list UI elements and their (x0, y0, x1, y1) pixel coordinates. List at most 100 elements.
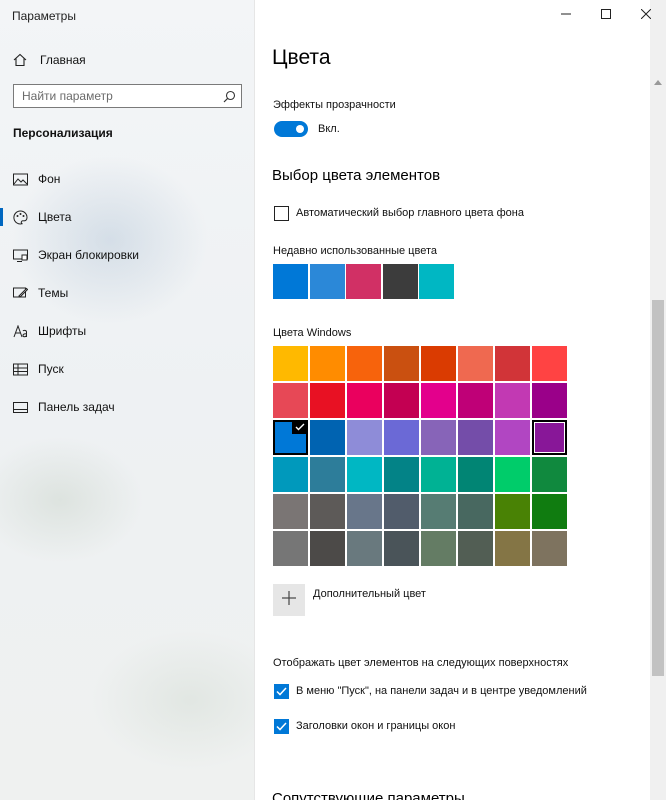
titlebars-checkbox[interactable] (274, 719, 289, 734)
color-swatch[interactable] (495, 420, 530, 455)
color-swatch[interactable] (347, 494, 382, 529)
section-title: Персонализация (13, 126, 113, 140)
themes-icon (12, 285, 28, 301)
windows-colors-grid (273, 346, 567, 566)
color-swatch[interactable] (273, 346, 308, 381)
home-link[interactable]: Главная (12, 50, 86, 70)
minimize-icon (561, 13, 571, 15)
toggle-knob (296, 125, 304, 133)
color-swatch[interactable] (495, 383, 530, 418)
search-input[interactable] (14, 86, 217, 106)
recent-color-swatch[interactable] (419, 264, 455, 299)
recent-color-swatch[interactable] (346, 264, 382, 299)
color-swatch[interactable] (310, 420, 345, 455)
color-swatch[interactable] (384, 383, 419, 418)
recent-color-swatch[interactable] (309, 264, 345, 299)
search-box[interactable] (13, 84, 242, 108)
color-swatch[interactable] (347, 457, 382, 492)
sidebar-item-lock-screen[interactable]: Экран блокировки (0, 236, 255, 274)
page-title: Цвета (272, 46, 331, 69)
maximize-icon (601, 9, 611, 19)
color-swatch[interactable] (347, 346, 382, 381)
sidebar-item-label: Цвета (38, 210, 72, 224)
color-swatch[interactable] (273, 420, 308, 455)
color-swatch[interactable] (273, 494, 308, 529)
content-pane: Цвета Эффекты прозрачности Вкл. Выбор цв… (256, 0, 650, 800)
recent-color-swatch[interactable] (382, 264, 418, 299)
color-swatch[interactable] (384, 457, 419, 492)
color-swatch[interactable] (421, 457, 456, 492)
transparency-label: Эффекты прозрачности (273, 99, 396, 111)
color-swatch[interactable] (310, 457, 345, 492)
auto-accent-checkbox[interactable] (274, 206, 289, 221)
color-swatch[interactable] (347, 420, 382, 455)
scrollbar[interactable] (650, 0, 666, 800)
transparency-toggle[interactable] (274, 121, 308, 137)
color-swatch[interactable] (310, 346, 345, 381)
color-swatch[interactable] (532, 494, 567, 529)
color-swatch[interactable] (347, 383, 382, 418)
sidebar-item-background[interactable]: Фон (0, 160, 255, 198)
color-swatch[interactable] (532, 420, 567, 455)
sidebar-item-fonts[interactable]: Шрифты (0, 312, 255, 350)
sidebar-item-label: Экран блокировки (38, 248, 139, 262)
fonts-icon (12, 323, 28, 339)
maximize-button[interactable] (586, 0, 626, 28)
nav-list: Фон Цвета Экран блокировки Темы Шрифты П… (0, 160, 255, 426)
color-swatch[interactable] (421, 383, 456, 418)
search-icon[interactable] (217, 85, 241, 107)
color-swatch[interactable] (310, 383, 345, 418)
color-swatch[interactable] (384, 420, 419, 455)
color-swatch[interactable] (310, 494, 345, 529)
sidebar-item-label: Темы (38, 286, 69, 300)
start-icon (12, 361, 28, 377)
color-swatch[interactable] (347, 531, 382, 566)
color-swatch[interactable] (421, 420, 456, 455)
color-swatch[interactable] (458, 457, 493, 492)
color-swatch[interactable] (495, 457, 530, 492)
color-swatch[interactable] (273, 531, 308, 566)
color-swatch[interactable] (273, 383, 308, 418)
color-swatch[interactable] (458, 346, 493, 381)
close-button[interactable] (626, 0, 666, 28)
color-swatch[interactable] (532, 531, 567, 566)
color-swatch[interactable] (495, 494, 530, 529)
color-swatch[interactable] (421, 494, 456, 529)
color-swatch[interactable] (495, 531, 530, 566)
checkmark-icon (292, 420, 308, 434)
sidebar-item-colors[interactable]: Цвета (0, 198, 255, 236)
color-swatch[interactable] (421, 346, 456, 381)
active-indicator (0, 208, 3, 226)
sidebar-item-themes[interactable]: Темы (0, 274, 255, 312)
color-swatch[interactable] (532, 346, 567, 381)
minimize-button[interactable] (546, 0, 586, 28)
sidebar-item-taskbar[interactable]: Панель задач (0, 388, 255, 426)
color-swatch[interactable] (310, 531, 345, 566)
scroll-up-icon[interactable] (650, 76, 666, 88)
windows-colors-label: Цвета Windows (273, 327, 352, 339)
color-swatch[interactable] (532, 383, 567, 418)
scroll-thumb[interactable] (652, 300, 664, 676)
accent-heading: Выбор цвета элементов (272, 167, 441, 184)
color-swatch[interactable] (458, 494, 493, 529)
recent-color-swatch[interactable] (273, 264, 308, 299)
sidebar-item-start[interactable]: Пуск (0, 350, 255, 388)
color-swatch[interactable] (532, 457, 567, 492)
color-swatch[interactable] (458, 531, 493, 566)
color-swatch[interactable] (495, 346, 530, 381)
custom-color-button[interactable] (273, 584, 305, 616)
color-swatch[interactable] (384, 494, 419, 529)
home-label: Главная (40, 53, 86, 67)
window-controls (546, 0, 666, 28)
color-swatch[interactable] (273, 457, 308, 492)
color-swatch[interactable] (421, 531, 456, 566)
color-swatch[interactable] (384, 531, 419, 566)
color-swatch[interactable] (458, 383, 493, 418)
start-taskbar-checkbox[interactable] (274, 684, 289, 699)
color-swatch[interactable] (384, 346, 419, 381)
color-swatch[interactable] (458, 420, 493, 455)
custom-color-label[interactable]: Дополнительный цвет (313, 588, 426, 600)
titlebars-label: Заголовки окон и границы окон (296, 720, 456, 732)
home-icon (12, 52, 28, 68)
sidebar-item-label: Фон (38, 172, 61, 186)
